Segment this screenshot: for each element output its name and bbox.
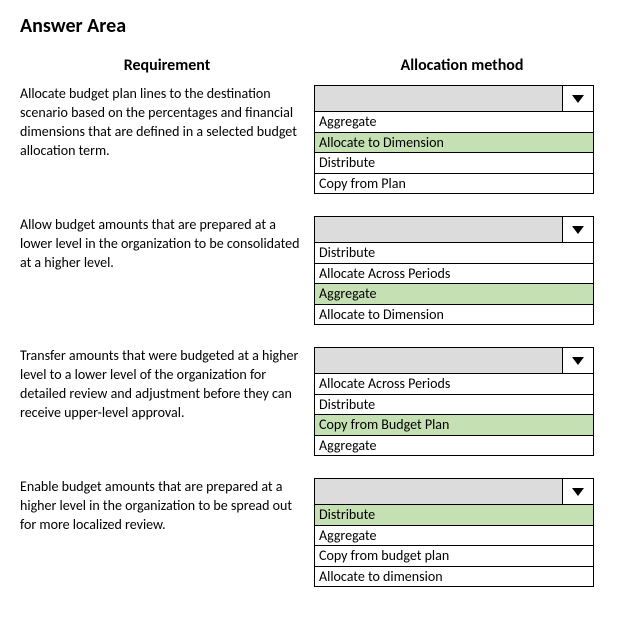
- dropdown-selected-field[interactable]: [315, 479, 563, 505]
- allocation-method-cell: AggregateAllocate to DimensionDistribute…: [314, 85, 610, 194]
- dropdown-option[interactable]: Aggregate: [315, 526, 593, 547]
- dropdown-arrow-button[interactable]: [563, 86, 593, 112]
- dropdown-option[interactable]: Distribute: [315, 395, 593, 416]
- dropdown-option[interactable]: Allocate Across Periods: [315, 264, 593, 285]
- dropdown-option[interactable]: Aggregate: [315, 284, 593, 305]
- allocation-method-dropdown[interactable]: AggregateAllocate to DimensionDistribute…: [314, 85, 594, 194]
- dropdown-header[interactable]: [315, 86, 593, 112]
- allocation-method-cell: DistributeAllocate Across PeriodsAggrega…: [314, 216, 610, 325]
- chevron-down-icon: [571, 94, 585, 104]
- requirement-text: Allow budget amounts that are prepared a…: [20, 216, 314, 273]
- table-row: Allocate budget plan lines to the destin…: [20, 85, 610, 194]
- dropdown-header[interactable]: [315, 348, 593, 374]
- dropdown-option[interactable]: Copy from Plan: [315, 174, 593, 194]
- dropdown-selected-field[interactable]: [315, 217, 563, 243]
- dropdown-option[interactable]: Distribute: [315, 505, 593, 526]
- dropdown-option[interactable]: Aggregate: [315, 436, 593, 456]
- dropdown-option[interactable]: Distribute: [315, 153, 593, 174]
- dropdown-option[interactable]: Copy from Budget Plan: [315, 415, 593, 436]
- dropdown-option[interactable]: Allocate to dimension: [315, 567, 593, 587]
- dropdown-option[interactable]: Allocate to Dimension: [315, 133, 593, 154]
- table-row: Enable budget amounts that are prepared …: [20, 478, 610, 587]
- chevron-down-icon: [571, 487, 585, 497]
- allocation-method-dropdown[interactable]: DistributeAggregateCopy from budget plan…: [314, 478, 594, 587]
- dropdown-option[interactable]: Distribute: [315, 243, 593, 264]
- dropdown-arrow-button[interactable]: [563, 348, 593, 374]
- requirement-text: Allocate budget plan lines to the destin…: [20, 85, 314, 161]
- allocation-method-cell: DistributeAggregateCopy from budget plan…: [314, 478, 610, 587]
- dropdown-header[interactable]: [315, 217, 593, 243]
- dropdown-option[interactable]: Allocate Across Periods: [315, 374, 593, 395]
- table-row: Transfer amounts that were budgeted at a…: [20, 347, 610, 456]
- dropdown-option[interactable]: Copy from budget plan: [315, 546, 593, 567]
- dropdown-selected-field[interactable]: [315, 86, 563, 112]
- dropdown-option[interactable]: Allocate to Dimension: [315, 305, 593, 325]
- header-allocation-method: Allocation method: [314, 56, 610, 75]
- chevron-down-icon: [571, 356, 585, 366]
- allocation-method-cell: Allocate Across PeriodsDistributeCopy fr…: [314, 347, 610, 456]
- dropdown-arrow-button[interactable]: [563, 479, 593, 505]
- dropdown-selected-field[interactable]: [315, 348, 563, 374]
- column-headers: Requirement Allocation method: [20, 56, 610, 75]
- dropdown-option[interactable]: Aggregate: [315, 112, 593, 133]
- dropdown-header[interactable]: [315, 479, 593, 505]
- allocation-method-dropdown[interactable]: DistributeAllocate Across PeriodsAggrega…: [314, 216, 594, 325]
- chevron-down-icon: [571, 225, 585, 235]
- page-title: Answer Area: [20, 14, 610, 38]
- table-row: Allow budget amounts that are prepared a…: [20, 216, 610, 325]
- requirement-text: Enable budget amounts that are prepared …: [20, 478, 314, 535]
- allocation-method-dropdown[interactable]: Allocate Across PeriodsDistributeCopy fr…: [314, 347, 594, 456]
- requirement-text: Transfer amounts that were budgeted at a…: [20, 347, 314, 423]
- header-requirement: Requirement: [20, 56, 314, 75]
- dropdown-arrow-button[interactable]: [563, 217, 593, 243]
